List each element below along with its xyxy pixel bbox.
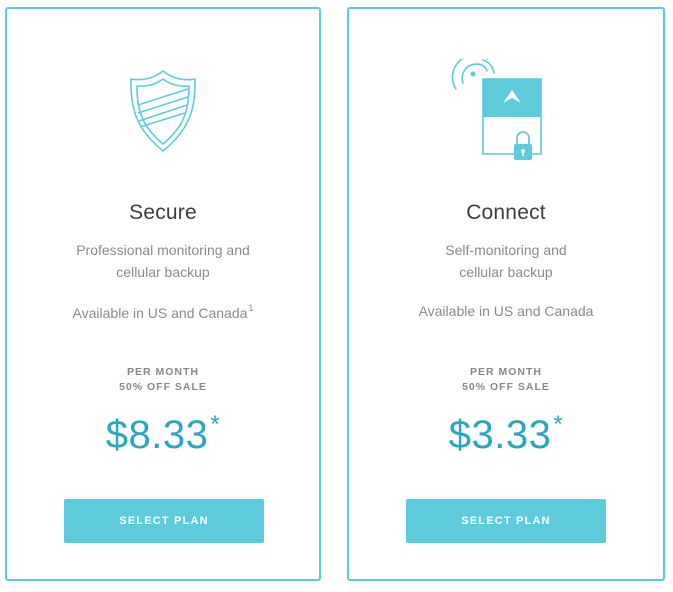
availability-text: Available in US and Canada1	[7, 303, 319, 321]
description-line: cellular backup	[116, 264, 210, 280]
plan-card-connect: Connect Self-monitoring and cellular bac…	[347, 7, 665, 581]
description-line: cellular backup	[459, 264, 553, 280]
select-plan-button-secure[interactable]: SELECT PLAN	[64, 499, 264, 543]
period-label: PER MONTH	[470, 366, 542, 378]
plan-card-secure: Secure Professional monitoring and cellu…	[5, 7, 321, 581]
plan-title: Connect	[466, 201, 546, 224]
availability-label: Available in US and Canada	[72, 305, 248, 321]
pricing-plans: Secure Professional monitoring and cellu…	[0, 0, 673, 592]
footnote-marker: 1	[248, 303, 254, 313]
shield-icon	[7, 59, 319, 169]
availability-text: Available in US and Canada	[418, 303, 594, 319]
sale-label: 50% OFF SALE	[119, 381, 207, 393]
plan-price: $8.33*	[7, 411, 319, 458]
plan-price: $3.33*	[349, 411, 663, 458]
plan-description: Self-monitoring and cellular backup	[349, 239, 663, 283]
period-label: PER MONTH	[127, 366, 199, 378]
plan-title: Secure	[129, 201, 197, 224]
plan-description: Professional monitoring and cellular bac…	[7, 239, 319, 283]
price-value: $8.33	[105, 413, 209, 457]
billing-period: PER MONTH 50% OFF SALE	[349, 365, 663, 395]
price-footnote-marker: *	[553, 411, 564, 438]
select-plan-button-connect[interactable]: SELECT PLAN	[406, 499, 606, 543]
sale-label: 50% OFF SALE	[462, 381, 550, 393]
description-line: Professional monitoring and	[76, 242, 250, 258]
price-footnote-marker: *	[210, 411, 221, 438]
phone-lock-icon	[349, 59, 663, 169]
billing-period: PER MONTH 50% OFF SALE	[7, 365, 319, 395]
price-value: $3.33	[448, 413, 552, 457]
description-line: Self-monitoring and	[445, 242, 567, 258]
